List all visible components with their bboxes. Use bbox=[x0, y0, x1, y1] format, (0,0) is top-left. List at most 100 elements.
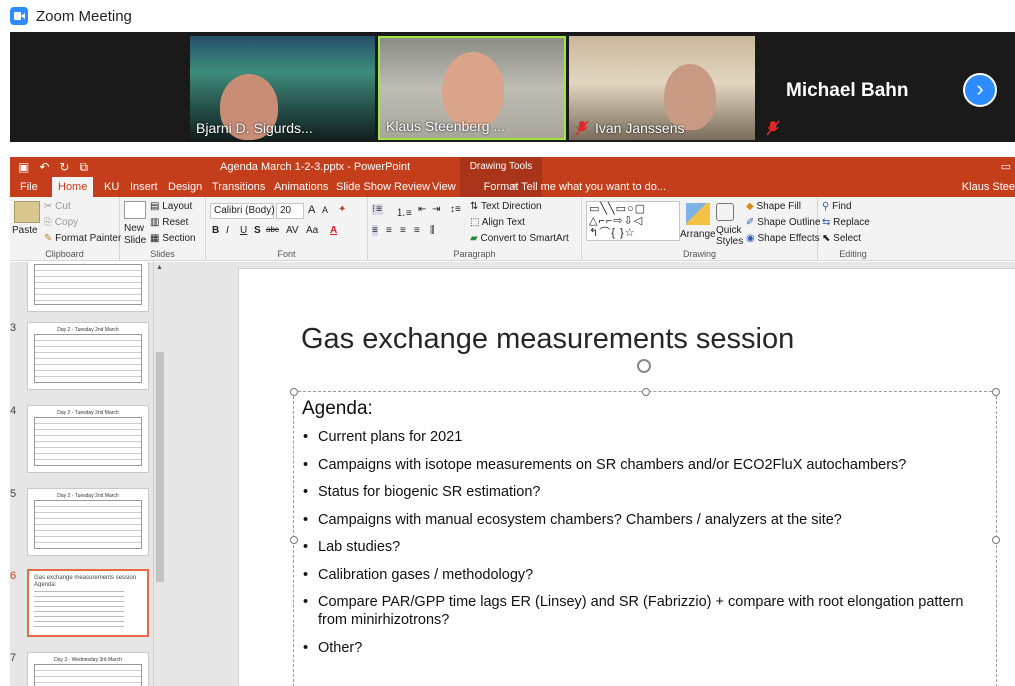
tab-view[interactable]: View bbox=[426, 177, 462, 197]
tab-animations[interactable]: Animations bbox=[268, 177, 334, 197]
quick-styles-icon[interactable] bbox=[716, 203, 734, 221]
participant-tile[interactable]: Michael Bahn bbox=[758, 36, 953, 140]
text-direction-button[interactable]: ⇅ Text Direction bbox=[470, 201, 542, 212]
align-left-icon[interactable]: ≡ bbox=[372, 225, 378, 236]
ribbon-options-icon[interactable]: ▭ bbox=[1001, 160, 1011, 173]
participant-tile[interactable]: Ivan Janssens bbox=[569, 36, 755, 140]
shapes-gallery[interactable]: ▭╲╲▭○▢ △⌐⌐⇨⇩◁ ↰⌒{ }☆ bbox=[586, 201, 680, 241]
format-painter-button[interactable]: ✎ Format Painter bbox=[44, 233, 121, 244]
slide-title[interactable]: Gas exchange measurements session bbox=[301, 323, 794, 356]
user-name[interactable]: Klaus Stee bbox=[962, 177, 1015, 197]
arrange-icon[interactable] bbox=[686, 203, 710, 225]
content-textbox[interactable]: Agenda: Current plans for 2021 Campaigns… bbox=[290, 388, 1000, 686]
ribbon: Paste ✂ Cut ⎘ Copy ✎ Format Painter Clip… bbox=[10, 197, 1015, 261]
shape-fill-button[interactable]: ◆ Shape Fill bbox=[746, 201, 801, 212]
slide-thumbnail[interactable]: Day 2 - Tuesday 2nd March bbox=[27, 322, 149, 390]
italic-button[interactable]: I bbox=[226, 225, 229, 236]
tab-ku[interactable]: KU bbox=[98, 177, 125, 197]
undo-icon[interactable]: ↶ bbox=[39, 160, 49, 175]
columns-icon[interactable]: ⫼ bbox=[430, 225, 435, 236]
quick-styles-line1[interactable]: Quick bbox=[716, 225, 742, 236]
underline-button[interactable]: U bbox=[240, 225, 247, 236]
new-slide-button-line2[interactable]: Slide bbox=[124, 235, 146, 246]
quick-styles-line2[interactable]: Styles bbox=[716, 236, 743, 247]
tab-design[interactable]: Design bbox=[162, 177, 208, 197]
slide-thumbnail[interactable] bbox=[27, 262, 149, 312]
decrease-indent-icon[interactable]: ⇤ bbox=[418, 204, 426, 215]
tab-transitions[interactable]: Transitions bbox=[206, 177, 271, 197]
align-text-icon: ⬚ bbox=[470, 217, 482, 228]
tab-insert[interactable]: Insert bbox=[124, 177, 164, 197]
cut-button[interactable]: ✂ Cut bbox=[44, 201, 71, 212]
group-label: Font bbox=[277, 249, 296, 259]
thumbnails-scrollbar[interactable]: ▲ bbox=[153, 262, 165, 686]
text-direction-icon: ⇅ bbox=[470, 201, 481, 212]
select-button[interactable]: ⬉ Select bbox=[822, 233, 861, 244]
save-icon[interactable]: ▣ bbox=[18, 160, 29, 175]
strikethrough-button[interactable]: abc bbox=[266, 225, 279, 234]
slide-thumbnail[interactable]: Day 3 - Wednesday 3rd March bbox=[27, 652, 149, 686]
copy-button[interactable]: ⎘ Copy bbox=[44, 217, 78, 228]
chevron-right-icon[interactable]: › bbox=[963, 73, 997, 107]
arrange-button[interactable]: Arrange bbox=[680, 229, 716, 240]
section-button[interactable]: ▦ Section bbox=[150, 233, 196, 244]
shape-outline-button[interactable]: ✐ Shape Outline bbox=[746, 217, 821, 228]
align-right-icon[interactable]: ≡ bbox=[400, 225, 406, 236]
resize-handle[interactable] bbox=[992, 536, 1000, 544]
mic-muted-icon bbox=[575, 120, 589, 136]
grow-font-button[interactable]: A bbox=[308, 204, 315, 216]
rotate-handle-icon[interactable] bbox=[637, 359, 651, 373]
zoom-logo-icon bbox=[10, 7, 28, 25]
scroll-thumb[interactable] bbox=[156, 352, 164, 582]
editing-group: ⚲ Find ⇆ Replace ⬉ Select Editing bbox=[818, 197, 888, 261]
tell-me-box[interactable]: ♀ Tell me what you want to do... bbox=[510, 177, 666, 197]
tab-home[interactable]: Home bbox=[52, 177, 94, 197]
new-slide-button-line1[interactable]: New bbox=[124, 223, 144, 234]
mic-muted-icon bbox=[766, 120, 780, 136]
font-name-select[interactable]: Calibri (Body) bbox=[210, 203, 275, 219]
present-icon[interactable]: ⧉ bbox=[79, 160, 88, 175]
reset-button[interactable]: ▥ Reset bbox=[150, 217, 188, 228]
change-case-button[interactable]: Aa bbox=[306, 225, 318, 236]
align-text-button[interactable]: ⬚ Align Text bbox=[470, 217, 525, 228]
slide-thumbnail[interactable]: Day 2 - Tuesday 2nd March bbox=[27, 488, 149, 556]
participant-name: Ivan Janssens bbox=[595, 120, 685, 136]
slide-thumbnail-selected[interactable]: Gas exchange measurements session Agenda… bbox=[27, 569, 149, 637]
scroll-up-icon[interactable]: ▲ bbox=[156, 264, 163, 271]
resize-handle[interactable] bbox=[290, 388, 298, 396]
participant-tile-active[interactable]: Klaus Steenberg ... bbox=[378, 36, 566, 140]
tab-file[interactable]: File bbox=[14, 177, 44, 197]
redo-icon[interactable]: ↻ bbox=[59, 160, 69, 175]
numbering-icon[interactable]: ⒈≡ bbox=[396, 204, 412, 219]
resize-handle[interactable] bbox=[992, 388, 1000, 396]
new-slide-icon[interactable] bbox=[124, 201, 146, 219]
select-label: Select bbox=[833, 233, 861, 244]
slide-thumbnail[interactable]: Day 2 - Tuesday 2nd March bbox=[27, 405, 149, 473]
align-center-icon[interactable]: ≡ bbox=[386, 225, 392, 236]
justify-icon[interactable]: ≡ bbox=[414, 225, 420, 236]
font-color-button[interactable]: A bbox=[330, 225, 337, 236]
shadow-button[interactable]: S bbox=[254, 225, 261, 236]
resize-handle[interactable] bbox=[290, 536, 298, 544]
paste-button[interactable]: Paste bbox=[12, 225, 38, 236]
thumbnail-title: Day 2 - Tuesday 2nd March bbox=[57, 327, 119, 333]
resize-handle[interactable] bbox=[642, 388, 650, 396]
effects-icon: ◉ bbox=[746, 233, 758, 244]
line-spacing-icon[interactable]: ↕≡ bbox=[450, 204, 461, 215]
tab-slide-show[interactable]: Slide Show bbox=[330, 177, 397, 197]
increase-indent-icon[interactable]: ⇥ bbox=[432, 204, 440, 215]
char-spacing-button[interactable]: AV bbox=[286, 225, 299, 236]
convert-smartart-button[interactable]: ▰ Convert to SmartArt bbox=[470, 233, 569, 244]
bold-button[interactable]: B bbox=[212, 225, 219, 236]
slide-canvas[interactable]: Gas exchange measurements session Agenda… bbox=[238, 268, 1015, 686]
bullets-icon[interactable]: ⁝≡ bbox=[372, 204, 384, 215]
font-size-select[interactable]: 20 bbox=[276, 203, 304, 219]
replace-button[interactable]: ⇆ Replace bbox=[822, 217, 870, 228]
participant-tile[interactable]: Bjarni D. Sigurds... bbox=[190, 36, 375, 140]
shrink-font-button[interactable]: A bbox=[322, 205, 328, 215]
clear-formatting-icon[interactable]: ✦ bbox=[338, 204, 346, 215]
find-button[interactable]: ⚲ Find bbox=[822, 201, 852, 212]
layout-button[interactable]: ▤ Layout bbox=[150, 201, 192, 212]
paste-icon[interactable] bbox=[14, 201, 40, 223]
shape-effects-button[interactable]: ◉ Shape Effects bbox=[746, 233, 820, 244]
